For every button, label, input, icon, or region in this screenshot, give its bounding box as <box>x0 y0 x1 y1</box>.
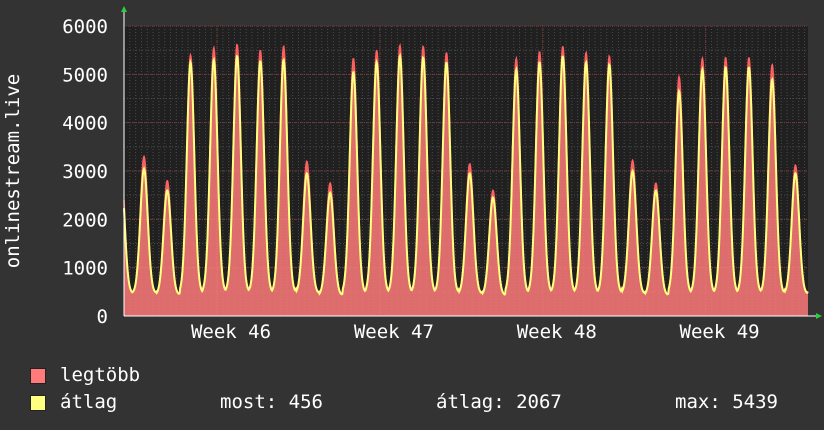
y-tick-label: 3000 <box>62 161 108 183</box>
traffic-chart: 0 1000 2000 3000 4000 5000 6000 Week 46 Week 47 W… <box>2 6 822 340</box>
x-tick-label: Week 47 <box>354 321 434 340</box>
y-tick-label: 1000 <box>62 258 108 280</box>
y-tick-label: 6000 <box>62 16 108 38</box>
y-tick-label: 0 <box>97 306 108 328</box>
stat-average: átlag: 2067 <box>436 391 562 413</box>
x-tick-label: Week 49 <box>680 321 760 340</box>
x-tick-label: Week 46 <box>191 321 271 340</box>
stat-current: most: 456 <box>220 391 323 413</box>
y-tick-label: 2000 <box>62 209 108 231</box>
y-tick-label: 5000 <box>62 64 108 86</box>
y-axis-arrow <box>121 6 127 12</box>
y-tick-label: 4000 <box>62 113 108 135</box>
x-axis-arrow <box>816 313 822 319</box>
legend-swatch-avg <box>30 395 46 411</box>
legend-label-avg: átlag <box>60 391 118 413</box>
y-axis-label: onlinestream.live <box>2 74 24 268</box>
stat-max: max: 5439 <box>675 391 778 413</box>
chart-container: 0 1000 2000 3000 4000 5000 6000 Week 46 Week 47 W… <box>0 0 824 430</box>
legend-label-max: legtöbb <box>60 364 141 386</box>
legend-swatch-max <box>30 368 46 384</box>
x-tick-label: Week 48 <box>517 321 597 340</box>
